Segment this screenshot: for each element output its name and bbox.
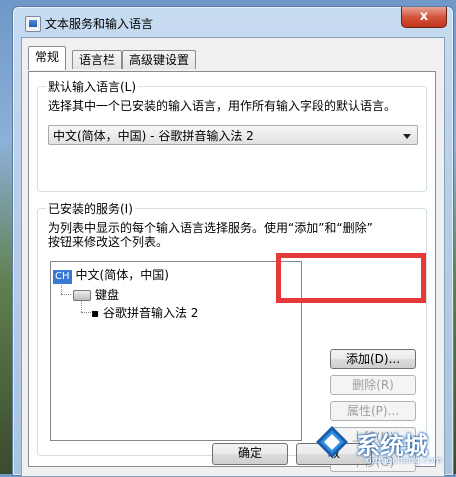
services-tree[interactable]: CH 中文(简体，中国) 键盘 ▪ 谷歌拼音输入法 2 [50,261,302,441]
add-button[interactable]: 添加(D)... [330,349,416,369]
language-badge: CH [53,270,72,284]
window-title: 文本服务和输入语言 [45,17,154,31]
tab-language-bar[interactable]: 语言栏 [72,50,123,69]
close-button[interactable]: x [401,7,447,28]
tab-general[interactable]: 常规 [28,46,67,70]
ok-button[interactable]: 确定 [212,443,288,465]
installed-services-description-2: 按钮来修改这个列表。 [48,235,169,249]
remove-button[interactable]: 删除(R) [330,375,416,395]
tree-node-keyboard[interactable]: 键盘 [73,286,119,303]
default-language-description: 选择其中一个已安装的输入语言，用作所有输入字段的默认语言。 [48,99,397,113]
default-language-selected: 中文(简体，中国) - 谷歌拼音输入法 2 [53,129,254,143]
tree-connector [61,294,71,295]
chevron-down-icon [403,134,411,139]
watermark: 系统城 xitongcheng.com [306,416,456,474]
highlight-box [276,253,426,303]
watermark-url: xitongcheng.com [364,456,442,466]
tab-advanced-key-settings[interactable]: 高级键设置 [122,50,197,69]
tree-connector [81,312,91,313]
app-icon [25,16,41,32]
tree-node-ime[interactable]: ▪ 谷歌拼音输入法 2 [91,304,198,321]
tree-keyboard-label: 键盘 [95,288,120,302]
keyboard-icon [73,290,91,301]
tree-node-language[interactable]: CH 中文(简体，中国) [53,266,169,284]
tree-connector [81,300,82,312]
default-language-group: 默认输入语言(L) 选择其中一个已安装的输入语言，用作所有输入字段的默认语言。 … [37,78,427,192]
installed-services-legend: 已安装的服务(I) [46,200,135,217]
dialog-window: 文本服务和输入语言 x 常规 语言栏 高级键设置 默认输入语言(L) 选择其中一… [12,6,454,477]
bullet-icon: ▪ [91,306,103,320]
tree-ime-label: 谷歌拼音输入法 2 [102,306,199,320]
default-language-legend: 默认输入语言(L) [46,78,139,95]
tree-language-label: 中文(简体，中国) [75,268,169,282]
watermark-logo-icon [316,426,348,458]
default-language-select[interactable]: 中文(简体，中国) - 谷歌拼音输入法 2 [48,125,418,145]
tree-connector [61,282,62,294]
title-bar[interactable]: 文本服务和输入语言 [13,7,453,39]
